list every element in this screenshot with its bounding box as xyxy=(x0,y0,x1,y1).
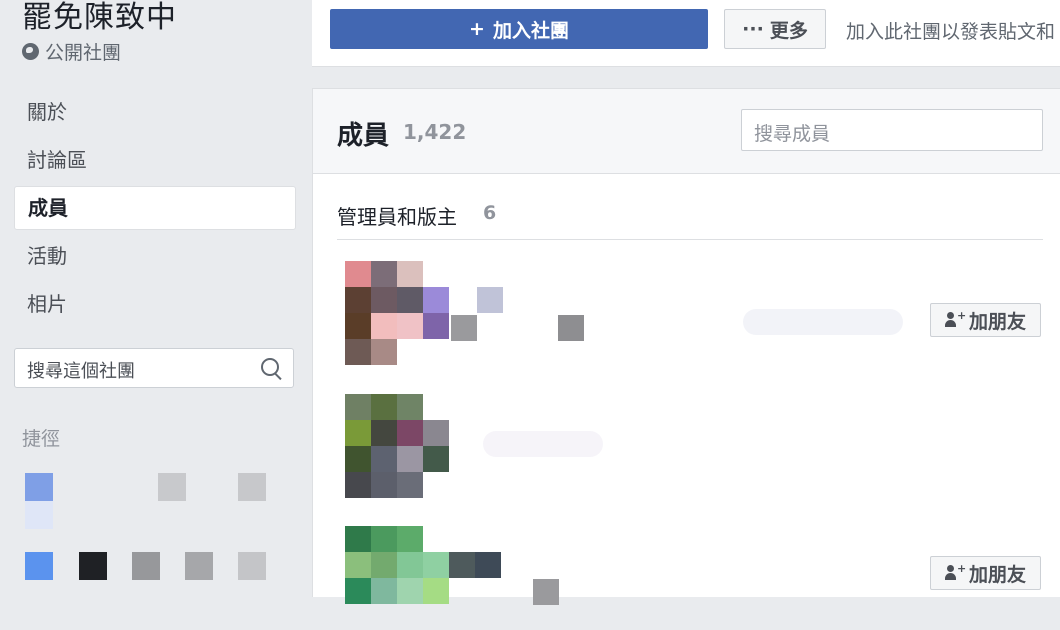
member-search-placeholder: 搜尋成員 xyxy=(754,123,831,145)
avatar[interactable] xyxy=(345,394,449,498)
blurred-name xyxy=(483,431,603,457)
nav-label: 討論區 xyxy=(27,148,87,172)
avatar[interactable] xyxy=(345,261,449,365)
ellipsis-icon: ··· xyxy=(742,18,764,40)
section-divider xyxy=(337,239,1043,240)
join-hint-text: 加入此社團以發表貼文和 xyxy=(846,21,1056,43)
shortcut-thumbnail[interactable] xyxy=(79,552,107,580)
blurred-name xyxy=(743,309,903,335)
nav-label: 關於 xyxy=(27,100,67,124)
nav-item-discussion[interactable]: 討論區 xyxy=(14,138,296,182)
shortcut-thumbnail[interactable] xyxy=(238,552,266,580)
add-friend-label: 加朋友 xyxy=(968,563,1026,586)
members-header: 成員 1,422 搜尋成員 xyxy=(313,89,1060,174)
avatar[interactable] xyxy=(345,526,501,630)
group-privacy-label: 公開社團 xyxy=(45,42,122,64)
add-friend-icon: + xyxy=(944,310,966,328)
blurred-name xyxy=(477,287,503,313)
group-nav: 關於 討論區 成員 活動 相片 xyxy=(14,90,296,330)
add-friend-icon: + xyxy=(944,563,966,581)
nav-label: 相片 xyxy=(27,292,67,316)
group-search-input[interactable]: 搜尋這個社團 xyxy=(14,348,294,388)
blurred-name xyxy=(451,315,477,341)
nav-item-about[interactable]: 關於 xyxy=(14,90,296,134)
blurred-name xyxy=(558,315,584,341)
join-group-button[interactable]: + 加入社團 xyxy=(330,9,708,49)
globe-icon xyxy=(22,43,39,60)
group-action-bar: + 加入社團 ··· 更多 加入此社團以發表貼文和 xyxy=(312,0,1060,67)
shortcut-thumbnail[interactable] xyxy=(158,473,186,501)
add-friend-label: 加朋友 xyxy=(968,310,1026,333)
group-privacy: 公開社團 xyxy=(22,38,121,65)
shortcut-thumbnail[interactable] xyxy=(25,473,53,501)
blurred-name xyxy=(533,579,559,605)
search-icon[interactable] xyxy=(261,358,279,376)
join-group-label: 加入社團 xyxy=(492,19,569,42)
admins-section-title: 管理員和版主 xyxy=(337,205,457,229)
shortcut-thumbnail[interactable] xyxy=(132,552,160,580)
members-title: 成員 xyxy=(337,121,390,151)
nav-label: 活動 xyxy=(27,244,67,268)
plus-icon: + xyxy=(469,18,485,40)
group-search-placeholder: 搜尋這個社團 xyxy=(27,361,135,382)
shortcut-thumbnail[interactable] xyxy=(25,552,53,580)
add-friend-button[interactable]: + 加朋友 xyxy=(930,303,1041,337)
more-button[interactable]: ··· 更多 xyxy=(724,9,826,49)
nav-label: 成員 xyxy=(28,196,68,220)
left-sidebar: 罷免陳致中 公開社團 關於 討論區 成員 活動 相片 搜尋這個社團 捷徑 xyxy=(0,0,310,596)
more-label: 更多 xyxy=(769,19,808,42)
shortcut-thumbnail[interactable] xyxy=(25,501,53,529)
member-search-input[interactable]: 搜尋成員 xyxy=(741,109,1043,151)
shortcuts-heading: 捷徑 xyxy=(22,428,61,450)
members-count: 1,422 xyxy=(403,120,467,144)
nav-item-photos[interactable]: 相片 xyxy=(14,282,296,326)
nav-item-events[interactable]: 活動 xyxy=(14,234,296,278)
add-friend-button[interactable]: + 加朋友 xyxy=(930,556,1041,590)
shortcut-thumbnail[interactable] xyxy=(185,552,213,580)
nav-item-members[interactable]: 成員 xyxy=(14,186,296,230)
shortcut-thumbnail[interactable] xyxy=(238,473,266,501)
group-title[interactable]: 罷免陳致中 xyxy=(22,0,177,36)
admins-section-count: 6 xyxy=(483,202,497,224)
members-panel: 成員 1,422 搜尋成員 管理員和版主 6 + 加朋友 + 加朋友 xyxy=(312,88,1060,605)
